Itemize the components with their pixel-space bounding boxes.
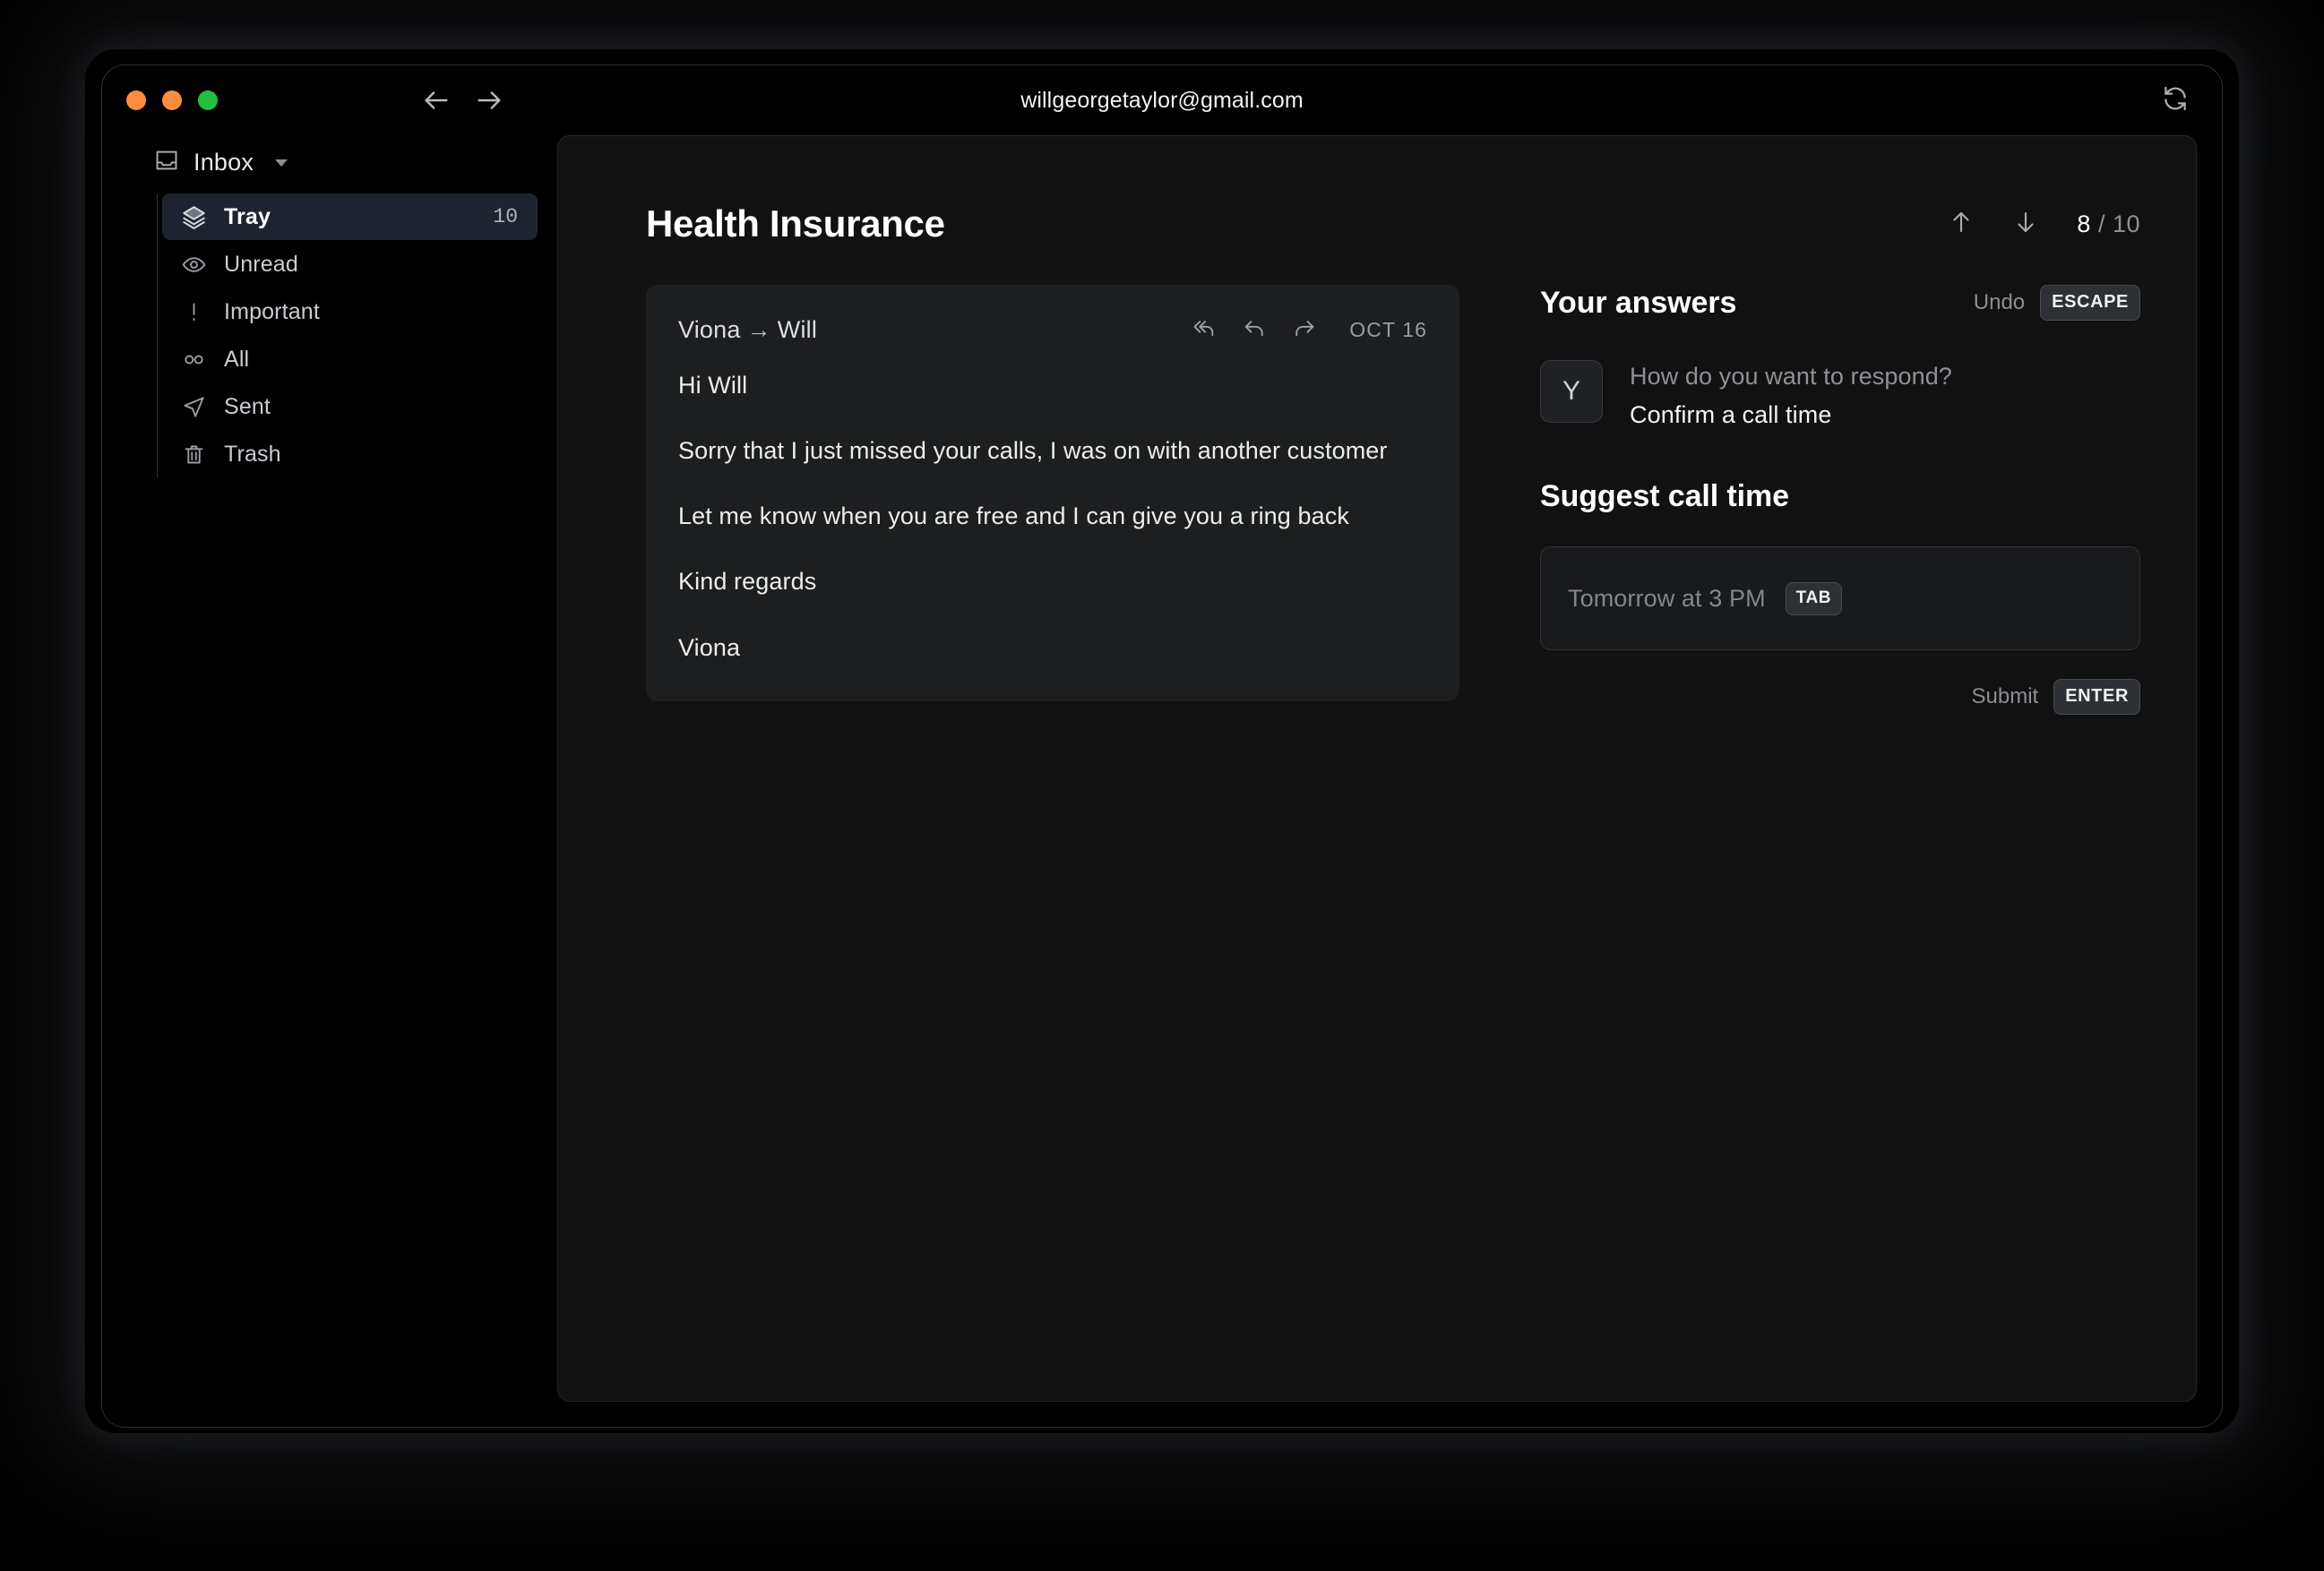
- sidebar-item-label: Unread: [224, 251, 298, 277]
- email-paragraph: Viona: [678, 633, 741, 661]
- answers-title: Your answers: [1540, 285, 1737, 320]
- sidebar-nav-list: Tray 10 Unread Important All Sent Trash: [157, 193, 538, 477]
- next-message-button[interactable]: [2012, 209, 2039, 240]
- thread-content: Viona → Will OCT 16 Hi Will Sorry that I…: [558, 245, 2196, 715]
- answer-question: How do you want to respond?: [1630, 363, 1952, 390]
- previous-message-button[interactable]: [1948, 209, 1975, 240]
- app-window: willgeorgetaylor@gmail.com Inbox Tray 10…: [101, 64, 2223, 1428]
- exclamation-icon: [177, 300, 210, 324]
- sidebar-item-label: Tray: [224, 203, 271, 229]
- reply-all-button[interactable]: [1192, 315, 1217, 345]
- reply-icon: [1242, 315, 1267, 345]
- sidebar-item-tray[interactable]: Tray 10: [162, 193, 538, 240]
- email-sender: Viona: [678, 316, 741, 343]
- sidebar-item-sent[interactable]: Sent: [162, 383, 538, 430]
- sidebar-item-trash[interactable]: Trash: [162, 431, 538, 477]
- sidebar-account-label: Inbox: [194, 149, 254, 176]
- undo-control: Undo ESCAPE: [1974, 285, 2140, 321]
- counter-separator: /: [2090, 210, 2113, 237]
- sidebar-item-important[interactable]: Important: [162, 288, 538, 335]
- account-email-label: willgeorgetaylor@gmail.com: [1020, 87, 1304, 113]
- back-button[interactable]: [421, 85, 452, 116]
- email-date: OCT 16: [1349, 318, 1427, 341]
- suggest-call-time-title: Suggest call time: [1540, 479, 1789, 513]
- forward-icon: [1292, 315, 1317, 345]
- reply-all-icon: [1192, 315, 1217, 345]
- send-icon: [177, 395, 210, 419]
- email-paragraph: Let me know when you are free and I can …: [678, 502, 1349, 530]
- answer-shortcut-key: Y: [1540, 360, 1603, 423]
- minimize-window-button[interactable]: [162, 90, 182, 110]
- traffic-lights: [126, 90, 218, 110]
- sidebar-item-label: Trash: [224, 441, 281, 467]
- answers-header: Your answers Undo ESCAPE: [1540, 285, 2140, 321]
- enter-key-badge[interactable]: ENTER: [2053, 679, 2140, 715]
- history-navigation: [421, 85, 504, 116]
- message-index: 8: [2077, 210, 2091, 237]
- reply-button[interactable]: [1242, 315, 1267, 345]
- sidebar-item-label: All: [224, 346, 250, 372]
- email-paragraph: Sorry that I just missed your calls, I w…: [678, 437, 1388, 465]
- email-body: Hi Will Sorry that I just missed your ca…: [678, 368, 1427, 665]
- sidebar: Inbox Tray 10 Unread Important All Sent …: [102, 135, 557, 1402]
- sidebar-item-label: Important: [224, 298, 320, 324]
- main-panel: Health Insurance 8 / 10 Viona → Will OCT…: [557, 135, 2197, 1402]
- infinity-icon: [177, 348, 210, 372]
- trash-icon: [177, 442, 210, 467]
- eye-icon: [177, 253, 210, 277]
- email-column: Viona → Will OCT 16 Hi Will Sorry that I…: [646, 285, 1459, 715]
- suggest-call-time-input[interactable]: Tomorrow at 3 PM TAB: [1540, 546, 2140, 650]
- chevron-down-icon[interactable]: [275, 159, 288, 167]
- refresh-button[interactable]: [2156, 81, 2195, 120]
- sidebar-account-header[interactable]: Inbox: [102, 135, 538, 193]
- close-window-button[interactable]: [126, 90, 146, 110]
- email-recipient: Will: [777, 316, 818, 343]
- thread-header: Health Insurance 8 / 10: [558, 136, 2196, 245]
- thread-navigation: 8 / 10: [1948, 209, 2140, 240]
- window-title: willgeorgetaylor@gmail.com: [102, 65, 2222, 135]
- message-total: 10: [2112, 210, 2140, 237]
- email-paragraph: Kind regards: [678, 568, 817, 596]
- submit-row: Submit ENTER: [1540, 679, 2140, 715]
- undo-label: Undo: [1973, 290, 2026, 314]
- arrow-right-icon: →: [746, 316, 771, 343]
- email-card-header: Viona → Will OCT 16: [678, 315, 1427, 345]
- email-card: Viona → Will OCT 16 Hi Will Sorry that I…: [646, 285, 1459, 701]
- suggest-call-time-placeholder: Tomorrow at 3 PM: [1568, 584, 1766, 612]
- message-counter: 8 / 10: [2077, 210, 2140, 238]
- answers-panel: Your answers Undo ESCAPE Y How do you wa…: [1459, 285, 2140, 715]
- email-paragraph: Hi Will: [678, 372, 748, 399]
- sidebar-item-unread[interactable]: Unread: [162, 241, 538, 288]
- refresh-icon: [2161, 84, 2190, 117]
- desktop-backdrop: willgeorgetaylor@gmail.com Inbox Tray 10…: [0, 0, 2324, 1571]
- maximize-window-button[interactable]: [198, 90, 218, 110]
- tab-key-badge[interactable]: TAB: [1785, 581, 1843, 615]
- answer-value: Confirm a call time: [1630, 401, 1832, 428]
- answer-texts: How do you want to respond? Confirm a ca…: [1630, 360, 1952, 429]
- layers-icon: [177, 205, 210, 229]
- inbox-tray-icon: [154, 148, 179, 177]
- email-participants: Viona → Will: [678, 316, 817, 344]
- window-body: Inbox Tray 10 Unread Important All Sent …: [102, 135, 2222, 1427]
- page-title: Health Insurance: [646, 202, 945, 245]
- sidebar-item-label: Sent: [224, 393, 271, 419]
- title-bar: willgeorgetaylor@gmail.com: [102, 65, 2222, 135]
- submit-label: Submit: [1971, 684, 2039, 708]
- answer-item[interactable]: Y How do you want to respond? Confirm a …: [1540, 360, 2140, 429]
- sidebar-item-count: 10: [493, 205, 518, 228]
- escape-key-badge[interactable]: ESCAPE: [2040, 285, 2140, 321]
- forward-button[interactable]: [474, 85, 504, 116]
- forward-button[interactable]: [1292, 315, 1317, 345]
- email-actions: OCT 16: [1192, 315, 1427, 345]
- sidebar-item-all[interactable]: All: [162, 336, 538, 382]
